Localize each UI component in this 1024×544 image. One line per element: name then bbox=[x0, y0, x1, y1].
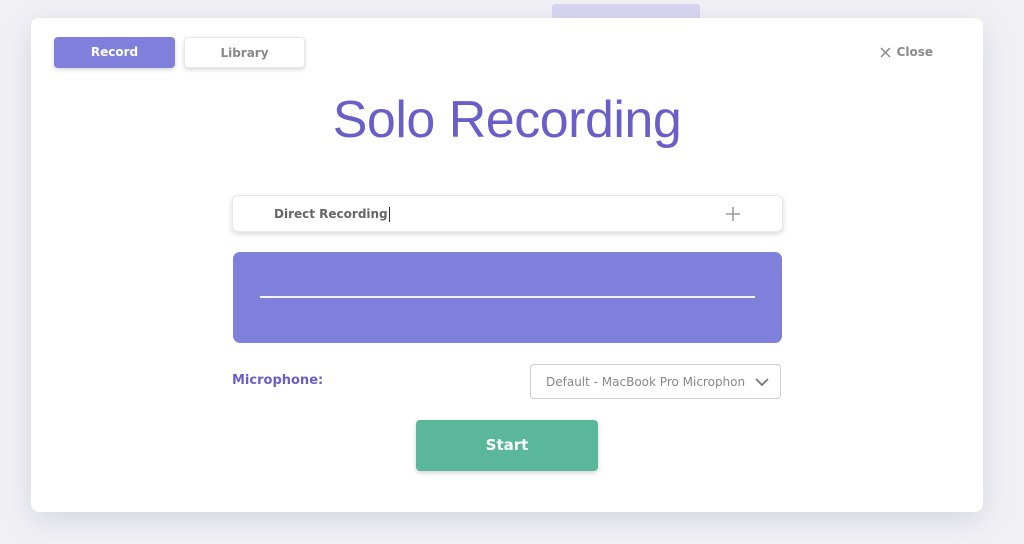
solo-recording-modal: Record Library Close Solo Recording Dire… bbox=[31, 18, 983, 512]
plus-icon[interactable] bbox=[724, 205, 742, 223]
chevron-down-icon bbox=[755, 378, 769, 387]
close-label: Close bbox=[896, 45, 933, 59]
microphone-selected-value: Default - MacBook Pro Microphone (Built-… bbox=[546, 375, 746, 389]
recording-name-input[interactable]: Direct Recording bbox=[232, 195, 783, 232]
text-caret bbox=[388, 207, 390, 222]
start-button[interactable]: Start bbox=[416, 420, 598, 471]
tab-library[interactable]: Library bbox=[184, 37, 305, 68]
waveform-line bbox=[260, 296, 755, 298]
microphone-label: Microphone: bbox=[232, 373, 324, 388]
waveform-display bbox=[233, 252, 782, 343]
tab-record[interactable]: Record bbox=[54, 37, 175, 68]
close-button[interactable]: Close bbox=[880, 44, 933, 60]
microphone-select[interactable]: Default - MacBook Pro Microphone (Built-… bbox=[530, 364, 781, 399]
page-title: Solo Recording bbox=[332, 91, 682, 149]
close-x-icon bbox=[880, 46, 891, 58]
recording-name-value: Direct Recording bbox=[274, 207, 390, 222]
